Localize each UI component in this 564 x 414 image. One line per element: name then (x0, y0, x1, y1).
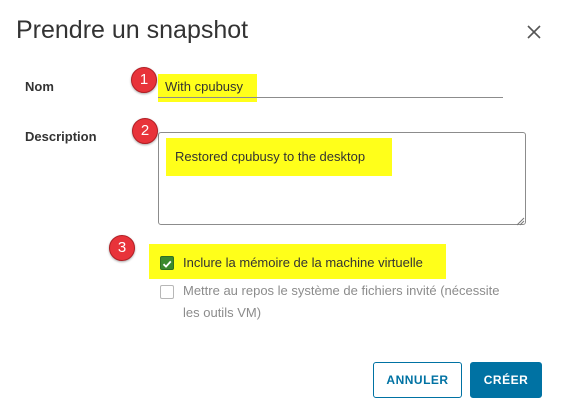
close-icon[interactable] (522, 20, 546, 44)
quiesce-checkbox[interactable] (160, 285, 174, 299)
dialog-title: Prendre un snapshot (16, 16, 249, 44)
annotation-badge-3: 3 (109, 235, 135, 261)
description-label: Description (25, 129, 97, 144)
resize-handle-icon[interactable] (515, 213, 525, 226)
include-memory-label: Inclure la mémoire de la machine virtuel… (183, 255, 423, 270)
checkmark-icon (162, 260, 172, 268)
cancel-button[interactable]: ANNULER (373, 362, 462, 398)
description-value: Restored cpubusy to the desktop (175, 149, 366, 164)
name-value: With cpubusy (165, 79, 244, 94)
annotation-badge-2: 2 (132, 118, 158, 144)
annotation-badge-1: 1 (131, 67, 157, 93)
name-label: Nom (25, 79, 54, 94)
create-button[interactable]: CRÉER (470, 362, 542, 398)
include-memory-checkbox[interactable] (160, 256, 174, 270)
quiesce-label-line1: Mettre au repos le système de fichiers i… (183, 283, 500, 298)
quiesce-label-line2: les outils VM) (183, 305, 262, 320)
